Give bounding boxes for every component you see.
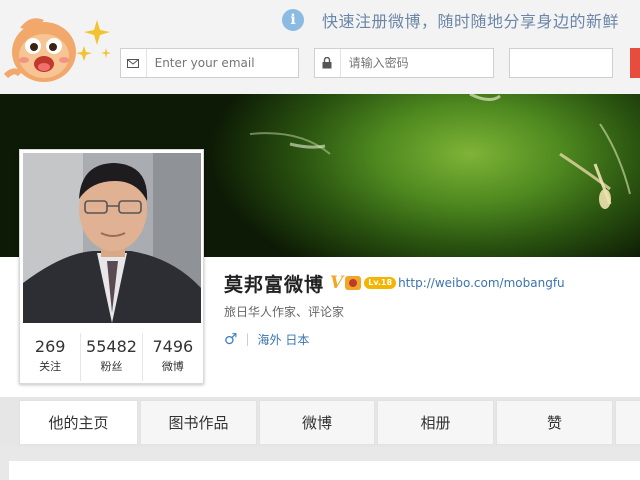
verified-badge-icon[interactable]: V	[330, 273, 343, 293]
location-link[interactable]: 海外 日本	[258, 331, 310, 348]
avatar[interactable]	[23, 153, 201, 323]
homepage-link[interactable]: http://weibo.com/mobangfu	[398, 276, 565, 290]
stat-followers[interactable]: 55482 粉丝	[81, 333, 143, 381]
verification-code-input[interactable]	[510, 49, 612, 77]
tab-books[interactable]: 图书作品	[140, 400, 257, 445]
tab-more[interactable]	[615, 400, 640, 445]
stat-following[interactable]: 269 关注	[20, 333, 82, 381]
profile-name: 莫邦富微博	[224, 273, 325, 296]
profile-bio: 旅日华人作家、评论家	[224, 305, 345, 319]
feed-content-area	[9, 461, 640, 480]
profile-stats: 269 关注 55482 粉丝 7496 微博	[20, 333, 203, 381]
tab-weibo[interactable]: 微博	[259, 400, 375, 445]
level-badge[interactable]: Lv.18	[364, 277, 397, 289]
member-badge-icon[interactable]	[345, 276, 362, 290]
tab-likes[interactable]: 赞	[496, 400, 613, 445]
info-icon: i	[282, 9, 304, 31]
stat-posts-label: 微博	[161, 360, 184, 373]
avatar-card: 269 关注 55482 粉丝 7496 微博	[19, 149, 204, 384]
email-field[interactable]	[120, 48, 299, 78]
stat-followers-label: 粉丝	[100, 360, 123, 373]
register-notice[interactable]: i 快速注册微博，随时随地分享身边的新鲜	[282, 6, 619, 34]
lock-icon	[315, 49, 341, 77]
login-button[interactable]	[630, 48, 640, 78]
stat-following-count: 269	[34, 337, 66, 356]
envelope-icon	[121, 49, 147, 77]
stat-posts-count: 7496	[152, 337, 194, 356]
tab-homepage[interactable]: 他的主页	[19, 400, 138, 445]
separator: |	[245, 332, 250, 346]
top-login-bar: i 快速注册微博，随时随地分享身边的新鲜	[0, 0, 640, 94]
password-input[interactable]	[340, 49, 493, 77]
stat-followers-count: 55482	[86, 337, 137, 356]
register-notice-text: 快速注册微博，随时随地分享身边的新鲜	[322, 12, 620, 31]
profile-name-row: 莫邦富微博 V Lv.18 http://weibo.com/mobangfu	[224, 268, 565, 298]
verification-code-field[interactable]	[509, 48, 613, 78]
male-gender-icon: ♂	[224, 330, 238, 348]
stat-following-label: 关注	[39, 360, 62, 373]
profile-location-row: ♂ | 海外 日本	[224, 330, 309, 348]
email-input[interactable]	[146, 49, 298, 77]
tab-album[interactable]: 相册	[377, 400, 494, 445]
password-field[interactable]	[314, 48, 494, 78]
stat-posts[interactable]: 7496 微博	[143, 333, 203, 381]
mascot-illustration	[3, 18, 111, 82]
